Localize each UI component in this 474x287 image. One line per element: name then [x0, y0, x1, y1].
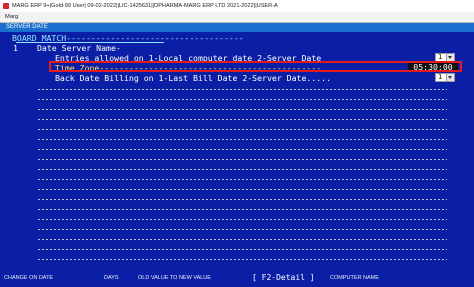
function-key-bar: CHANGE ON DATE DAYS OLD VALUE TO NEW VAL… [0, 270, 474, 287]
time-zone-highlight-box [49, 61, 462, 72]
days-key[interactable]: DAYS [104, 275, 119, 282]
empty-entry-row[interactable] [37, 189, 447, 190]
screen-title: SERVER DATE [6, 24, 48, 30]
empty-entry-row[interactable] [37, 259, 447, 260]
menu-marg[interactable]: Marg [5, 12, 18, 22]
entries-allowed-value: 1 [438, 53, 443, 61]
empty-entry-row[interactable] [37, 139, 447, 140]
window-title: MARG ERP 9+|Gold-99 User| 09-02-2022||LI… [12, 3, 278, 9]
screen-title-bar: SERVER DATE [0, 23, 474, 32]
empty-entry-row[interactable] [37, 169, 447, 170]
empty-entry-row[interactable] [37, 149, 447, 150]
empty-entry-row[interactable] [37, 129, 447, 130]
chevron-down-icon[interactable] [446, 74, 454, 81]
back-date-billing-select[interactable]: 1 [435, 73, 455, 82]
empty-entry-row[interactable] [37, 89, 447, 90]
app-icon [3, 3, 9, 9]
empty-entry-row[interactable] [37, 179, 447, 180]
date-server-name-option[interactable]: Date Server Name- [37, 43, 121, 53]
empty-entry-row[interactable] [37, 109, 447, 110]
marg-erp-window: MARG ERP 9+|Gold-99 User| 09-02-2022||LI… [0, 0, 474, 287]
empty-entry-row[interactable] [37, 229, 447, 230]
empty-entry-row[interactable] [37, 249, 447, 250]
change-on-date-key[interactable]: CHANGE ON DATE [4, 275, 53, 282]
server-date-panel: BOARD MATCH-----------------------------… [0, 32, 474, 270]
menu-number: 1 [13, 43, 18, 53]
empty-entry-row[interactable] [37, 119, 447, 120]
empty-entry-row[interactable] [37, 219, 447, 220]
empty-entry-row[interactable] [37, 99, 447, 100]
chevron-down-icon[interactable] [446, 54, 454, 61]
back-date-billing-label: Back Date Billing on 1-Last Bill Date 2-… [55, 73, 332, 83]
f2-detail-key[interactable]: [ F2-Detail ] [252, 272, 315, 283]
back-date-billing-value: 1 [438, 73, 443, 81]
computer-name-key[interactable]: COMPUTER NAME [330, 275, 379, 282]
empty-entry-row[interactable] [37, 209, 447, 210]
old-to-new-value-key[interactable]: OLD VALUE TO NEW VALUE [138, 275, 211, 282]
empty-entry-row[interactable] [37, 239, 447, 240]
empty-entry-row[interactable] [37, 159, 447, 160]
menu-bar: Marg [0, 12, 474, 23]
empty-entry-row[interactable] [37, 199, 447, 200]
